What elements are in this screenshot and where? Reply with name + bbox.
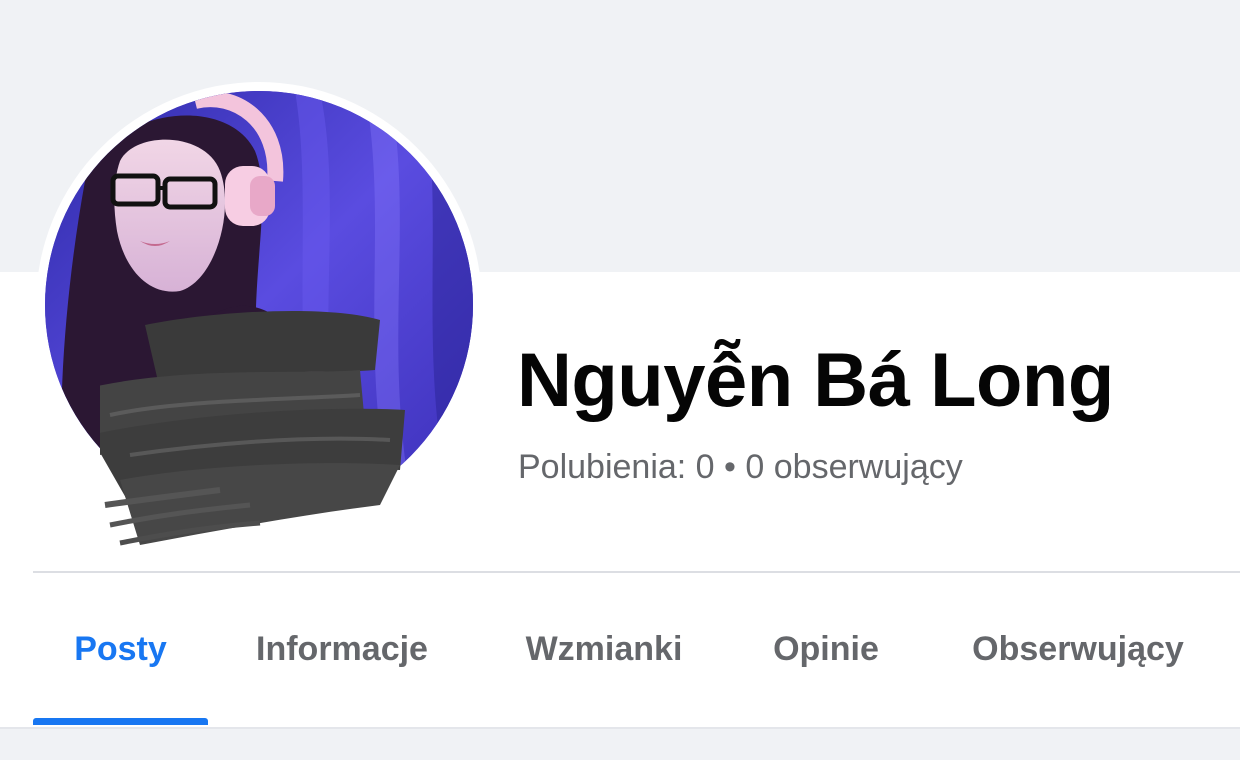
tab-opinie[interactable]: Opinie: [763, 573, 889, 725]
tab-posty[interactable]: Posty: [33, 573, 208, 725]
tab-obserwujacy[interactable]: Obserwujący: [963, 573, 1193, 725]
tab-label: Opinie: [773, 630, 879, 668]
tab-label: Wzmianki: [525, 630, 683, 668]
tab-label: Obserwujący: [972, 630, 1184, 668]
active-tab-indicator: [33, 718, 208, 725]
profile-tabs: Posty Informacje Wzmianki Opinie Obserwu…: [33, 573, 1240, 728]
profile-stats[interactable]: Polubienia: 0 • 0 obserwujący: [518, 448, 963, 487]
profile-name: Nguyễn Bá Long: [517, 338, 1114, 423]
tab-wzmianki[interactable]: Wzmianki: [509, 573, 699, 725]
redaction-scribble: [100, 310, 405, 546]
header-bottom-border: [0, 727, 1240, 729]
tab-label: Posty: [74, 630, 167, 668]
tab-informacje[interactable]: Informacje: [241, 573, 443, 725]
tab-label: Informacje: [256, 630, 428, 668]
profile-page: Nguyễn Bá Long Polubienia: 0 • 0 obserwu…: [0, 0, 1240, 760]
